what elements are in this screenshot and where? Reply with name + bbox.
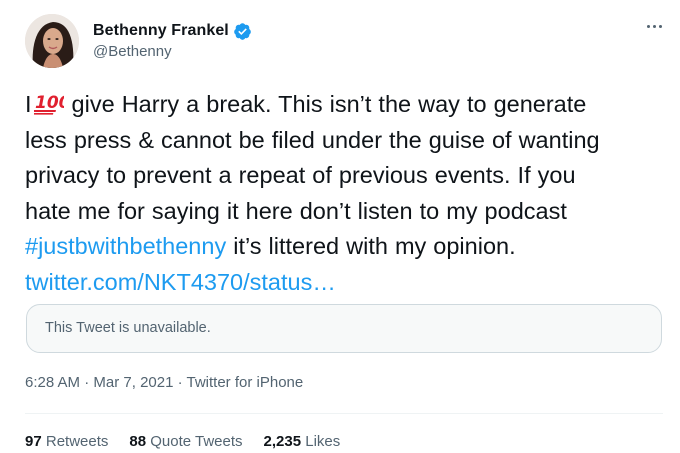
tweet-text-segment: I [25,91,32,117]
hashtag-link[interactable]: #justbwithbethenny [25,233,226,259]
meta-separator: · [80,374,94,391]
likes-label: Likes [305,433,341,450]
tweet-date[interactable]: Mar 7, 2021 [93,374,173,391]
tweet-metadata: 6:28 AM · Mar 7, 2021 · Twitter for iPho… [25,374,303,391]
tweet-card: Bethenny Frankel @Bethenny I100 give Har… [0,0,680,453]
quoted-tweet-unavailable-text: This Tweet is unavailable. [45,320,211,336]
tweet-line: hate me for saying it here don’t listen … [25,197,567,224]
tweet-line: I100 give Harry a break. This isn’t the … [25,87,665,123]
tweet-time[interactable]: 6:28 AM [25,374,80,391]
retweets-count: 97 [25,433,42,450]
tweet-text-segment: it’s littered with my opinion. [226,233,516,259]
status-link[interactable]: twitter.com/NKT4370/status… [25,269,336,295]
tweet-text: I100 give Harry a break. This isn’t the … [25,87,665,300]
tweet-line: privacy to prevent a repeat of previous … [25,162,576,188]
engagement-stats: 97 Retweets 88 Quote Tweets 2,235 Likes [25,433,361,450]
more-options-icon[interactable] [640,16,668,36]
verified-badge-icon [233,22,252,41]
tweet-text-segment: give Harry a break. This isn’t the way t… [64,91,587,117]
meta-separator: · [173,374,187,391]
divider [25,413,663,414]
author-handle[interactable]: @Bethenny [93,43,172,60]
quote-tweets-count: 88 [129,433,147,450]
avatar[interactable] [25,14,79,68]
author-name[interactable]: Bethenny Frankel [93,22,229,40]
tweet-line: #justbwithbethenny it’s littered with my… [25,229,665,265]
quote-tweets-stat[interactable]: 88 Quote Tweets [129,433,242,450]
hundred-points-emoji: 100 [31,90,70,115]
quoted-tweet-box[interactable]: This Tweet is unavailable. [26,304,662,353]
tweet-line: less press & cannot be filed under the g… [25,126,600,153]
likes-count: 2,235 [263,433,302,450]
quote-tweets-label: Quote Tweets [150,433,243,450]
author-name-row: Bethenny Frankel [93,20,252,42]
tweet-source[interactable]: Twitter for iPhone [187,374,304,391]
retweets-stat[interactable]: 97 Retweets [25,433,108,450]
tweet-line: twitter.com/NKT4370/status… [25,265,665,301]
retweets-label: Retweets [45,433,109,450]
likes-stat[interactable]: 2,235 Likes [264,433,341,450]
